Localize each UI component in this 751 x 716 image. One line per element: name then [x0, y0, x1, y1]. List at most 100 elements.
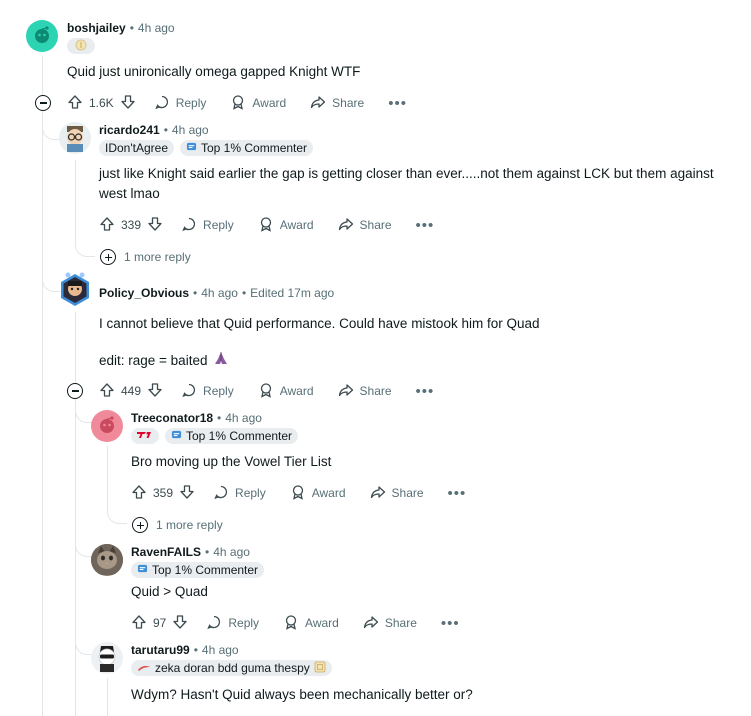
comment-body: just like Knight said earlier the gap is… — [99, 166, 714, 201]
downvote-icon[interactable] — [147, 216, 163, 235]
reply-button[interactable]: Reply — [181, 382, 234, 401]
upvote-icon[interactable] — [131, 614, 147, 633]
reply-button[interactable]: Reply — [206, 614, 259, 633]
share-button[interactable]: Share — [363, 614, 417, 633]
vote-count: 97 — [153, 616, 167, 630]
avatar[interactable] — [59, 122, 91, 154]
badge-icon — [186, 141, 197, 155]
comment-meta: Policy_Obvious • 4h ago • Edited 17m ago — [99, 286, 335, 300]
vote-controls: 1.6K — [67, 94, 136, 113]
timestamp[interactable]: 4h ago — [202, 643, 239, 657]
reply-button[interactable]: Reply — [154, 94, 206, 113]
more-replies-button[interactable]: 1 more reply — [100, 249, 191, 265]
reply-button[interactable]: Reply — [213, 484, 266, 503]
share-button[interactable]: Share — [310, 94, 364, 113]
flair-text: IDon'tAgree — [99, 140, 174, 156]
avatar[interactable] — [91, 410, 123, 442]
comment-actions: 97 Reply Award Share ••• — [131, 611, 460, 635]
award-icon — [290, 484, 306, 503]
more-options-icon[interactable]: ••• — [441, 616, 460, 631]
award-button[interactable]: Award — [230, 94, 286, 113]
username[interactable]: Policy_Obvious — [99, 286, 189, 300]
avatar[interactable] — [91, 544, 123, 576]
flair-icon — [75, 39, 87, 54]
avatar[interactable] — [59, 272, 91, 307]
hex-avatar-icon — [58, 272, 92, 311]
upvote-icon[interactable] — [99, 382, 115, 401]
team-flair — [131, 428, 159, 444]
edited-label: Edited 17m ago — [250, 286, 335, 300]
top-commenter-badge: Top 1% Commenter — [131, 562, 265, 578]
reply-icon — [154, 94, 170, 113]
downvote-icon[interactable] — [120, 94, 136, 113]
award-button[interactable]: Award — [258, 382, 314, 401]
vote-count: 359 — [153, 486, 174, 500]
timestamp[interactable]: 4h ago — [201, 286, 238, 300]
share-button[interactable]: Share — [338, 216, 392, 235]
timestamp[interactable]: 4h ago — [138, 21, 175, 35]
more-options-icon[interactable]: ••• — [416, 384, 435, 399]
comment-meta: tarutaru99 • 4h ago — [131, 643, 239, 657]
flair-emoji — [67, 38, 95, 54]
vote-controls: 359 — [131, 484, 195, 503]
comment-body: Quid just unironically omega gapped Knig… — [67, 64, 361, 79]
timestamp[interactable]: 4h ago — [213, 545, 250, 559]
avatar[interactable] — [26, 20, 58, 52]
collapse-thread-button[interactable] — [67, 383, 83, 399]
more-replies-button[interactable]: 1 more reply — [132, 517, 223, 533]
avatar[interactable] — [91, 642, 123, 674]
user-flair: IDon'tAgree Top 1% Commenter — [99, 140, 314, 156]
username[interactable]: tarutaru99 — [131, 643, 190, 657]
award-button[interactable]: Award — [290, 484, 346, 503]
comment-meta: RavenFAILS • 4h ago — [131, 545, 250, 559]
collapse-thread-button[interactable] — [35, 95, 51, 111]
user-flair — [67, 38, 95, 54]
snoo-avatar-icon — [95, 413, 119, 440]
username[interactable]: ricardo241 — [99, 123, 160, 137]
timestamp[interactable]: 4h ago — [172, 123, 209, 137]
vote-controls: 449 — [99, 382, 163, 401]
share-icon — [363, 614, 379, 633]
comment-body: Wdym? Hasn't Quid always been mechanical… — [131, 687, 473, 702]
reply-button[interactable]: Reply — [181, 216, 234, 235]
vote-controls: 339 — [99, 216, 163, 235]
username[interactable]: boshjailey — [67, 21, 126, 35]
reply-icon — [181, 382, 197, 401]
sunglasses-avatar-icon — [92, 642, 122, 674]
comment-meta: Treeconator18 • 4h ago — [131, 411, 262, 425]
award-icon — [230, 94, 246, 113]
cat-avatar-icon — [91, 544, 123, 576]
t1-logo-icon — [136, 429, 154, 443]
upvote-icon[interactable] — [131, 484, 147, 503]
username[interactable]: Treeconator18 — [131, 411, 213, 425]
share-button[interactable]: Share — [338, 382, 392, 401]
award-button[interactable]: Award — [283, 614, 339, 633]
thread-connector — [42, 115, 60, 292]
reply-icon — [206, 614, 222, 633]
reply-icon — [181, 216, 197, 235]
comment-body: I cannot believe that Quid performance. … — [99, 316, 540, 331]
downvote-icon[interactable] — [172, 614, 188, 633]
share-button[interactable]: Share — [370, 484, 424, 503]
vote-controls: 97 — [131, 614, 188, 633]
comment-actions: 1.6K Reply Award Share ••• — [67, 91, 407, 115]
more-options-icon[interactable]: ••• — [416, 218, 435, 233]
award-button[interactable]: Award — [258, 216, 314, 235]
thread-connector — [107, 505, 127, 524]
badge-icon — [137, 563, 148, 577]
upvote-icon[interactable] — [99, 216, 115, 235]
more-options-icon[interactable]: ••• — [448, 486, 467, 501]
comment-actions: 449 Reply Award Share ••• — [99, 379, 434, 403]
thread-line — [107, 678, 108, 716]
thread-line — [75, 160, 76, 240]
downvote-icon[interactable] — [147, 382, 163, 401]
downvote-icon[interactable] — [179, 484, 195, 503]
comment-body: Quid > Quad — [131, 584, 208, 599]
comment-body: Bro moving up the Vowel Tier List — [131, 454, 332, 469]
upvote-icon[interactable] — [67, 94, 83, 113]
expand-plus-icon — [132, 517, 148, 533]
timestamp[interactable]: 4h ago — [225, 411, 262, 425]
share-icon — [370, 484, 386, 503]
username[interactable]: RavenFAILS — [131, 545, 201, 559]
more-options-icon[interactable]: ••• — [388, 96, 407, 111]
